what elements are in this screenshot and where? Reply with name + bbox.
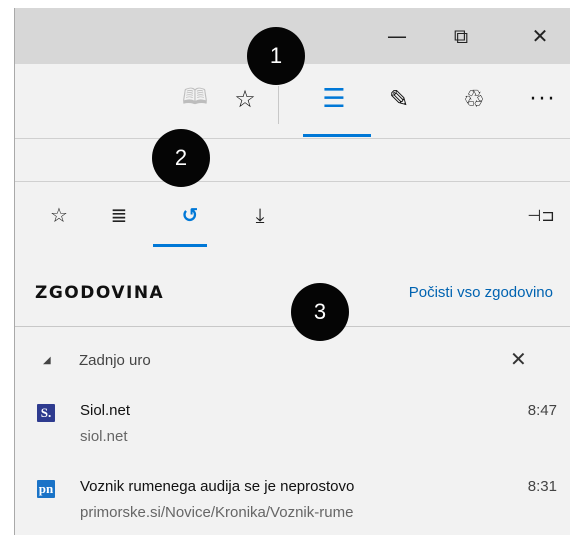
more-button[interactable]: ··· <box>521 74 565 124</box>
site-favicon-icon: pn <box>37 480 55 498</box>
download-icon: ⤓ <box>255 203 265 227</box>
minimize-icon: — <box>387 24 407 48</box>
pin-icon: ⊣⊐ <box>527 205 555 225</box>
star-icon: ☆ <box>234 85 256 113</box>
callout-marker-3: 3 <box>291 283 349 341</box>
web-note-button[interactable]: ✎ <box>377 74 421 124</box>
history-tab-indicator <box>153 244 207 247</box>
callout-marker-2: 2 <box>152 129 210 187</box>
history-item[interactable]: S. Siol.net siol.net 8:47 <box>15 400 570 456</box>
clear-history-link[interactable]: Počisti vso zgodovino <box>409 284 553 301</box>
tab-reading-list[interactable]: ≣ <box>101 197 137 233</box>
reading-view-button[interactable]: 🕮 <box>173 74 217 124</box>
header-divider <box>15 326 570 327</box>
book-icon: 🕮 <box>182 85 208 110</box>
site-favicon-icon: S. <box>37 404 55 422</box>
more-icon: ··· <box>529 86 557 112</box>
close-icon: ✕ <box>531 24 549 48</box>
share-icon: ♲ <box>463 85 485 113</box>
add-favorite-button[interactable]: ☆ <box>223 74 267 124</box>
group-label: Zadnjo uro <box>79 352 151 369</box>
history-item-title: Voznik rumenega audija se je neprostovo <box>80 478 355 495</box>
pin-pane-button[interactable]: ⊣⊐ <box>523 197 559 233</box>
history-item-time: 8:31 <box>527 478 557 495</box>
pen-icon: ✎ <box>388 85 410 113</box>
history-item-url: siol.net <box>80 428 128 445</box>
delete-group-icon[interactable]: ✕ <box>510 347 527 371</box>
share-button[interactable]: ♲ <box>452 74 496 124</box>
tab-favorites[interactable]: ☆ <box>41 197 77 233</box>
history-item-title: Siol.net <box>80 402 131 419</box>
collapse-caret-icon[interactable]: ◢ <box>43 355 51 366</box>
hub-icon: ☰ <box>322 84 346 114</box>
reading-list-icon: ≣ <box>110 203 128 227</box>
hub-active-indicator <box>303 134 371 137</box>
panel-title: ZGODOVINA <box>35 283 165 303</box>
history-icon: ↺ <box>181 203 199 227</box>
restore-button[interactable]: ⧉ <box>438 8 484 64</box>
history-item-url: primorske.si/Novice/Kronika/Voznik-rume <box>80 504 354 521</box>
restore-icon: ⧉ <box>453 24 469 48</box>
star-icon: ☆ <box>50 203 68 227</box>
history-item-time: 8:47 <box>527 402 557 419</box>
hub-button[interactable]: ☰ <box>312 74 356 124</box>
toolbar-separator <box>278 86 279 124</box>
minimize-button[interactable]: — <box>374 8 420 64</box>
hub-tabs: ☆ ≣ ↺ ⤓ ⊣⊐ <box>15 183 570 249</box>
screenshot-frame: — ⧉ ✕ 🕮 ☆ ☰ ✎ ♲ ··· ☆ ≣ ↺ ⤓ ⊣⊐ ZGODOVINA… <box>0 0 570 535</box>
browser-window: — ⧉ ✕ 🕮 ☆ ☰ ✎ ♲ ··· ☆ ≣ ↺ ⤓ ⊣⊐ ZGODOVINA… <box>14 8 570 535</box>
address-bar-area[interactable] <box>15 138 570 182</box>
history-item[interactable]: pn Voznik rumenega audija se je neprosto… <box>15 476 570 532</box>
tab-history[interactable]: ↺ <box>172 197 208 233</box>
close-window-button[interactable]: ✕ <box>517 8 563 64</box>
callout-marker-1: 1 <box>247 27 305 85</box>
tab-downloads[interactable]: ⤓ <box>242 197 278 233</box>
history-group-header[interactable]: ◢ Zadnjo uro ✕ <box>15 338 570 384</box>
